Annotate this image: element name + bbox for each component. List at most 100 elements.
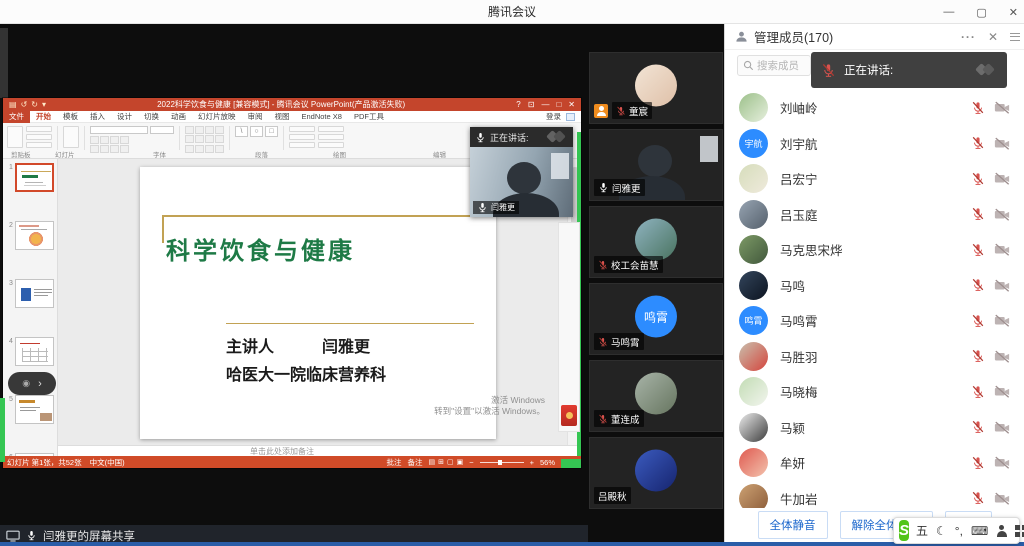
editing-controls[interactable]: [318, 126, 344, 148]
clipboard-small-buttons[interactable]: [26, 126, 52, 148]
camera-muted-icon[interactable]: [994, 137, 1010, 150]
ribbon-tab-EndNote X8[interactable]: EndNote X8: [296, 111, 348, 123]
shapes-gallery[interactable]: \○□: [235, 126, 278, 137]
member-cam-slot[interactable]: [994, 421, 1010, 434]
video-tile[interactable]: 董连成: [589, 360, 723, 432]
camera-muted-icon[interactable]: [994, 172, 1010, 185]
help-icon[interactable]: ?: [516, 100, 520, 109]
member-mic-slot[interactable]: [971, 349, 985, 363]
ime-mode-icon[interactable]: ☾: [936, 524, 947, 538]
zoom-slider[interactable]: [480, 462, 524, 463]
floating-control-pill[interactable]: ◉ ›: [8, 372, 56, 395]
language-status[interactable]: 中文(中国): [90, 457, 125, 468]
camera-muted-icon[interactable]: [994, 421, 1010, 434]
chevron-right-icon[interactable]: ›: [38, 378, 42, 390]
close-panel-button[interactable]: ✕: [988, 30, 998, 44]
member-cam-slot[interactable]: [994, 279, 1010, 292]
member-row[interactable]: 吕玉庭: [725, 197, 1024, 233]
slide-thumbnail-row[interactable]: 3: [6, 279, 54, 309]
video-tile[interactable]: 鸣霄 马鸣霄: [589, 283, 723, 355]
ribbon-tab-幻灯片放映[interactable]: 幻灯片放映: [192, 111, 242, 123]
mic-on-icon[interactable]: [477, 202, 488, 213]
mic-on-icon[interactable]: [598, 182, 609, 193]
member-row[interactable]: 鸣霄 马鸣霄: [725, 303, 1024, 339]
member-row[interactable]: 马鸣: [725, 268, 1024, 304]
mic-muted-icon[interactable]: [971, 385, 985, 399]
view-mode-icon[interactable]: ▤: [428, 458, 435, 466]
video-tile[interactable]: 童宸: [589, 52, 723, 124]
member-row[interactable]: 马颖: [725, 410, 1024, 446]
mic-on-icon[interactable]: [475, 132, 486, 143]
tile-mic-slot[interactable]: [598, 337, 608, 347]
ribbon-tab-插入[interactable]: 插入: [84, 111, 111, 123]
mic-on-icon[interactable]: [26, 530, 37, 541]
camera-muted-icon[interactable]: [994, 350, 1010, 363]
member-cam-slot[interactable]: [994, 350, 1010, 363]
ime-logo-icon[interactable]: S: [899, 520, 909, 541]
view-mode-icon[interactable]: ⊞: [438, 458, 444, 466]
camera-muted-icon[interactable]: [994, 208, 1010, 221]
member-search-box[interactable]: [737, 55, 811, 76]
ime-mode-icon[interactable]: 五: [916, 522, 928, 539]
member-row[interactable]: 马胜羽: [725, 339, 1024, 375]
record-dot-icon[interactable]: ◉: [22, 378, 30, 389]
tile-mic-slot[interactable]: [616, 106, 626, 116]
slide-thumbnail-row[interactable]: 5: [6, 395, 54, 425]
member-row[interactable]: 马克思宋烨: [725, 232, 1024, 268]
member-mic-slot[interactable]: [971, 207, 985, 221]
slide-thumbnail-row[interactable]: 4: [6, 337, 54, 367]
member-mic-slot[interactable]: [971, 136, 985, 150]
arrange-controls[interactable]: [289, 126, 315, 148]
member-cam-slot[interactable]: [994, 137, 1010, 150]
member-cam-slot[interactable]: [994, 208, 1010, 221]
zoom-out-button[interactable]: −: [469, 458, 473, 467]
view-mode-icon[interactable]: ▢: [447, 458, 454, 466]
member-row[interactable]: 刘岫岭: [725, 90, 1024, 126]
mic-muted-icon[interactable]: [598, 414, 608, 424]
search-input[interactable]: [757, 60, 803, 72]
ribbon-tab-审阅[interactable]: 审阅: [242, 111, 269, 123]
video-tile[interactable]: 闫雅更: [589, 129, 723, 201]
ribbon-tab-设计[interactable]: 设计: [111, 111, 138, 123]
slide-thumbnail-row[interactable]: 2: [6, 221, 54, 251]
view-mode-icon[interactable]: ▣: [457, 458, 464, 466]
member-mic-slot[interactable]: [971, 243, 985, 257]
camera-muted-icon[interactable]: [994, 492, 1010, 505]
login-button[interactable]: 登录: [546, 111, 561, 122]
quick-access-icon[interactable]: ↻: [31, 100, 38, 109]
close-icon[interactable]: ✕: [1009, 6, 1018, 19]
tile-mic-slot[interactable]: [598, 260, 608, 270]
quick-access-icon[interactable]: ▾: [42, 100, 46, 109]
mute-all-button[interactable]: 全体静音: [758, 511, 828, 539]
share-doc-icon[interactable]: [566, 113, 575, 121]
comments-toggle[interactable]: 批注: [386, 457, 401, 468]
slide-thumbnail[interactable]: [15, 163, 54, 192]
slide-thumbnail[interactable]: [15, 221, 54, 250]
member-mic-slot[interactable]: [971, 314, 985, 328]
member-row[interactable]: 牛加岩: [725, 481, 1024, 511]
mic-muted-icon[interactable]: [971, 243, 985, 257]
camera-muted-icon[interactable]: [994, 101, 1010, 114]
mic-muted-icon[interactable]: [971, 349, 985, 363]
zoom-in-button[interactable]: +: [530, 458, 534, 467]
member-row[interactable]: 牟妍: [725, 445, 1024, 481]
member-mic-slot[interactable]: [971, 278, 985, 292]
member-row[interactable]: 马晓梅: [725, 374, 1024, 410]
red-packet-icon[interactable]: [561, 405, 577, 426]
close-icon[interactable]: ✕: [568, 100, 575, 109]
camera-muted-icon[interactable]: [994, 456, 1010, 469]
member-mic-slot[interactable]: [971, 385, 985, 399]
ime-grid-icon[interactable]: [1015, 525, 1024, 537]
member-mic-slot[interactable]: [971, 172, 985, 186]
mic-muted-icon[interactable]: [971, 491, 985, 505]
mic-muted-icon[interactable]: [971, 207, 985, 221]
mic-muted-icon[interactable]: [971, 136, 985, 150]
mic-muted-icon[interactable]: [971, 420, 985, 434]
active-speaker-overlay[interactable]: 正在讲话: 闫雅更: [470, 127, 573, 217]
mic-muted-icon[interactable]: [598, 260, 608, 270]
ribbon-tab-视图[interactable]: 视图: [269, 111, 296, 123]
mic-muted-icon[interactable]: [971, 172, 985, 186]
member-cam-slot[interactable]: [994, 492, 1010, 505]
notes-toggle[interactable]: 备注: [407, 457, 422, 468]
quick-access-icon[interactable]: ▤: [9, 100, 17, 109]
